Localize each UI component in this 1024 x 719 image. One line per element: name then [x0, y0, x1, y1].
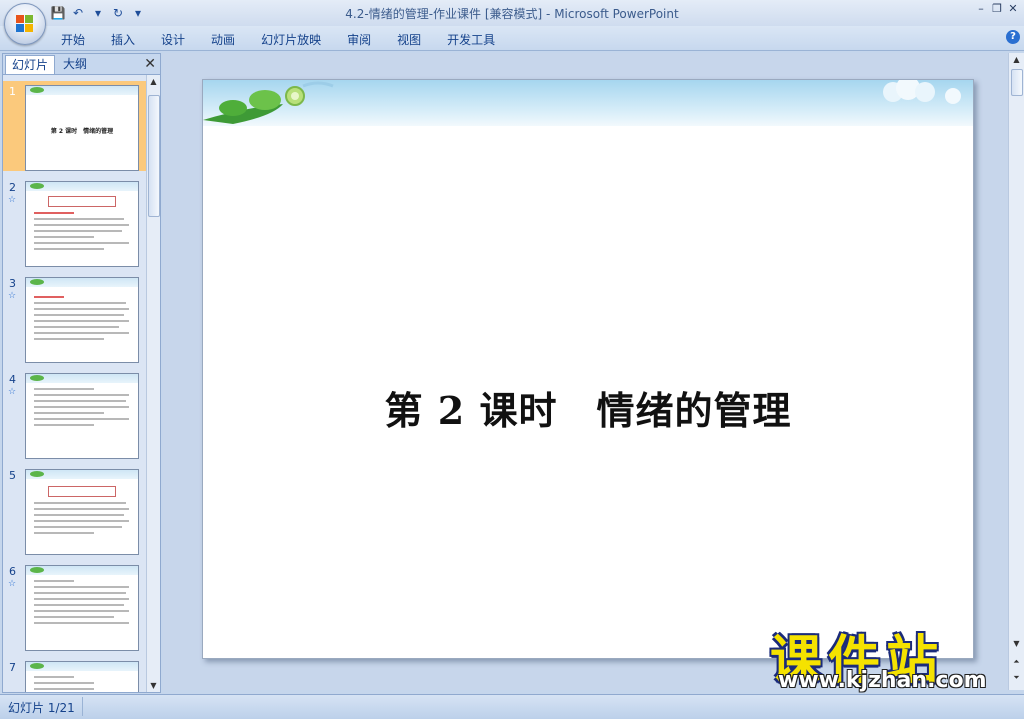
tab-outline[interactable]: 大纲	[57, 55, 93, 73]
leaf-decoration-icon	[203, 80, 961, 124]
help-icon[interactable]: ?	[1006, 30, 1020, 44]
ribbon: 开始 插入 设计 动画 幻灯片放映 审阅 视图 开发工具 ?	[0, 26, 1024, 51]
scroll-thumb[interactable]	[1011, 69, 1023, 96]
thumbnail-slide[interactable]	[25, 661, 139, 692]
thumbnail-slide[interactable]	[25, 469, 139, 555]
status-bar: 幻灯片 1/21	[0, 694, 1024, 719]
scroll-up-icon[interactable]: ▲	[147, 75, 160, 88]
thumbnail-row[interactable]: 6 ☆	[3, 561, 146, 651]
scroll-down-icon[interactable]: ▼	[1010, 637, 1023, 650]
thumbnail-row[interactable]: 3 ☆	[3, 273, 146, 363]
close-icon[interactable]: ✕	[144, 56, 156, 72]
previous-slide-icon[interactable]: ⏶	[1010, 655, 1023, 668]
animation-star-icon: ☆	[8, 291, 17, 301]
slide-indicator: 幻灯片 1/21	[8, 701, 75, 715]
thumbnail-number: 5	[9, 469, 16, 482]
slides-pane: 幻灯片 大纲 ✕ 1 第 2 课时 情绪的管理 2 ☆ 3 ☆ 4 ☆ 5 6 …	[2, 53, 161, 693]
close-button[interactable]: ✕	[1006, 2, 1020, 16]
tab-design[interactable]: 设计	[148, 29, 198, 50]
tab-slideshow[interactable]: 幻灯片放映	[248, 29, 334, 50]
ribbon-tabs: 开始 插入 设计 动画 幻灯片放映 审阅 视图 开发工具	[48, 29, 508, 50]
status-separator	[82, 697, 83, 716]
tab-animations[interactable]: 动画	[198, 29, 248, 50]
thumbnail-slide[interactable]: 第 2 课时 情绪的管理	[25, 85, 139, 171]
slide-editor: 第 2 课时 情绪的管理	[163, 53, 1008, 690]
thumbnail-number: 3	[9, 277, 16, 290]
tab-developer[interactable]: 开发工具	[434, 29, 508, 50]
slide-title[interactable]: 第 2 课时 情绪的管理	[203, 380, 973, 435]
slide-canvas[interactable]: 第 2 课时 情绪的管理	[202, 79, 974, 659]
window-controls: – ❐ ✕	[974, 2, 1020, 16]
thumbnail-row[interactable]: 4 ☆	[3, 369, 146, 459]
window-title: 4.2-情绪的管理-作业课件 [兼容模式] - Microsoft PowerP…	[0, 5, 1024, 22]
tab-review[interactable]: 审阅	[334, 29, 384, 50]
tab-insert[interactable]: 插入	[98, 29, 148, 50]
thumbnail-number: 1	[9, 85, 16, 98]
thumbnail-row[interactable]: 5	[3, 465, 146, 555]
scroll-thumb[interactable]	[148, 95, 160, 217]
thumbnail-slide[interactable]	[25, 565, 139, 651]
tab-slides[interactable]: 幻灯片	[5, 55, 56, 74]
restore-button[interactable]: ❐	[990, 2, 1004, 16]
watermark-url: www.kjzhan.com	[778, 668, 987, 693]
next-slide-icon[interactable]: ⏷	[1010, 671, 1023, 684]
thumbnail-slide[interactable]	[25, 277, 139, 363]
title-bar: 💾 ↶ ▾ ↻ ▾ 4.2-情绪的管理-作业课件 [兼容模式] - Micros…	[0, 0, 1024, 26]
animation-star-icon: ☆	[8, 579, 17, 589]
thumbnail-number: 2	[9, 181, 16, 194]
document-name: 4.2-情绪的管理-作业课件 [兼容模式]	[345, 7, 543, 21]
scroll-up-icon[interactable]: ▲	[1010, 53, 1023, 66]
office-logo-icon	[16, 15, 34, 33]
animation-star-icon: ☆	[8, 195, 17, 205]
tab-home[interactable]: 开始	[48, 29, 98, 50]
slide-scrollbar[interactable]: ▲ ▼ ⏶ ⏷	[1008, 53, 1024, 690]
thumbnail-row[interactable]: 2 ☆	[3, 177, 146, 267]
thumbnail-scrollbar[interactable]: ▲ ▼	[146, 75, 160, 692]
thumbnail-number: 4	[9, 373, 16, 386]
thumbnail-row[interactable]: 7	[3, 657, 146, 692]
pane-tabs: 幻灯片 大纲 ✕	[3, 54, 160, 75]
thumbnail-slide[interactable]	[25, 373, 139, 459]
minimize-button[interactable]: –	[974, 2, 988, 16]
title-separator: -	[542, 7, 555, 21]
tab-view[interactable]: 视图	[384, 29, 434, 50]
thumbnail-row[interactable]: 1 第 2 课时 情绪的管理	[3, 81, 146, 171]
thumbnail-number: 6	[9, 565, 16, 578]
thumbnail-slide[interactable]	[25, 181, 139, 267]
scroll-down-icon[interactable]: ▼	[147, 679, 160, 692]
thumbnail-number: 7	[9, 661, 16, 674]
office-button[interactable]	[4, 3, 46, 45]
thumbnail-title: 第 2 课时 情绪的管理	[50, 128, 114, 135]
watermark: 课件站 www.kjzhan.com	[770, 618, 1000, 696]
animation-star-icon: ☆	[8, 387, 17, 397]
app-name: Microsoft PowerPoint	[554, 7, 679, 21]
slide-header-decoration	[203, 80, 973, 126]
thumbnail-list: 1 第 2 课时 情绪的管理 2 ☆ 3 ☆ 4 ☆ 5 6 ☆ 7	[3, 75, 146, 692]
